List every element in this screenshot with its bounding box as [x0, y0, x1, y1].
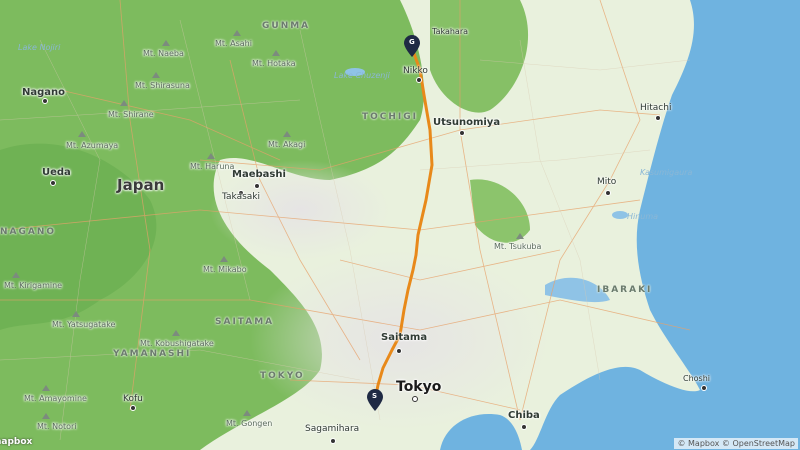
- peak-label-yatsugatake: Mt. Yatsugatake: [52, 320, 116, 329]
- city-dot-kofu: [130, 405, 136, 411]
- mapbox-logo[interactable]: mapbox: [0, 437, 32, 447]
- peak-label-asahi: Mt. Asahi: [215, 39, 252, 48]
- peak-icon: [12, 272, 20, 278]
- peak-label-mikabo: Mt. Mikabo: [203, 265, 247, 274]
- peak-label-haruna: Mt. Haruna: [190, 162, 235, 171]
- peak-icon: [162, 40, 170, 46]
- peak-label-tsukuba: Mt. Tsukuba: [494, 242, 542, 251]
- peak-icon: [172, 330, 180, 336]
- peak-icon: [42, 413, 50, 419]
- peak-icon: [516, 233, 524, 239]
- city-dot-chiba: [521, 424, 527, 430]
- city-dot-utsunomiya: [459, 130, 465, 136]
- city-label-kofu: Kofu: [123, 394, 143, 404]
- city-dot-maebashi: [254, 183, 260, 189]
- peak-icon: [283, 131, 291, 137]
- peak-label-azumaya: Mt. Azumaya: [66, 141, 119, 150]
- peak-icon: [207, 153, 215, 159]
- city-label-choshi: Choshi: [683, 374, 711, 383]
- city-dot-hitachi: [655, 115, 661, 121]
- region-label-gunma: GUNMA: [262, 21, 311, 31]
- peak-label-shirasuna: Mt. Shirasuna: [135, 81, 190, 90]
- country-label: Japan: [117, 176, 165, 194]
- city-dot-choshi: [701, 385, 707, 391]
- peak-label-naeba: Mt. Naeba: [143, 49, 184, 58]
- city-label-ueda: Ueda: [42, 167, 71, 178]
- water-label-chuzenji: Lake Chuzenji: [334, 71, 390, 80]
- start-marker-label: S: [372, 392, 378, 400]
- city-label-chiba: Chiba: [508, 410, 540, 421]
- map-canvas[interactable]: G S GUNMA TOCHIGI NAGANO SAITAMA YAMANAS…: [0, 0, 800, 450]
- peak-icon: [72, 311, 80, 317]
- water-label-nojiri: Lake Nojiri: [18, 43, 61, 52]
- peak-label-notori: Mt. Notori: [37, 422, 77, 431]
- peak-label-akagi: Mt. Akagi: [268, 140, 306, 149]
- city-label-hitachi: Hitachi: [640, 103, 672, 113]
- region-label-saitama: SAITAMA: [215, 317, 275, 327]
- city-label-nikko: Nikko: [403, 66, 428, 76]
- peak-icon: [233, 30, 241, 36]
- city-label-nagano: Nagano: [22, 87, 66, 98]
- city-label-utsunomiya: Utsunomiya: [433, 117, 501, 128]
- city-label-mito: Mito: [597, 177, 617, 187]
- city-dot-mito: [605, 190, 611, 196]
- peak-label-amayomine: Mt. Amayomine: [24, 394, 87, 403]
- region-label-tokyo: TOKYO: [260, 371, 305, 381]
- peak-label-kobushigatake: Mt. Kobushigatake: [140, 339, 214, 348]
- city-dot-nikko: [416, 77, 422, 83]
- peak-icon: [220, 256, 228, 262]
- city-dot-saitama: [396, 348, 402, 354]
- goal-marker-label: G: [409, 38, 415, 46]
- peak-icon: [272, 50, 280, 56]
- city-label-takasaki: Takasaki: [222, 192, 261, 202]
- peak-icon: [78, 131, 86, 137]
- city-label-saitama: Saitama: [381, 332, 428, 343]
- city-label-takahara: Takahara: [432, 27, 469, 36]
- peak-label-kirigamine: Mt. Kirigamine: [4, 281, 63, 290]
- region-label-ibaraki: IBARAKI: [597, 285, 653, 295]
- city-dot-nagano: [42, 98, 48, 104]
- water-label-hinuma: Hinuma: [627, 212, 659, 221]
- region-label-tochigi: TOCHIGI: [362, 112, 419, 122]
- city-label-maebashi: Maebashi: [232, 169, 286, 180]
- water-label-kasumigaura: Kasumigaura: [640, 168, 693, 177]
- city-label-sagamihara: Sagamihara: [305, 424, 360, 434]
- peak-label-gongen: Mt. Gongen: [226, 419, 273, 428]
- region-label-yamanashi: YAMANASHI: [113, 349, 192, 359]
- peak-label-hotaka: Mt. Hotaka: [252, 59, 296, 68]
- peak-icon: [152, 72, 160, 78]
- city-dot-tokyo: [412, 396, 418, 402]
- city-dot-ueda: [50, 180, 56, 186]
- map-attribution[interactable]: © Mapbox © OpenStreetMap: [674, 438, 798, 449]
- peak-icon: [120, 100, 128, 106]
- city-dot-sagamihara: [330, 438, 336, 444]
- city-label-tokyo: Tokyo: [396, 379, 442, 395]
- peak-icon: [42, 385, 50, 391]
- region-label-nagano: NAGANO: [0, 227, 57, 237]
- peak-icon: [243, 410, 251, 416]
- peak-label-shirane: Mt. Shirane: [108, 110, 154, 119]
